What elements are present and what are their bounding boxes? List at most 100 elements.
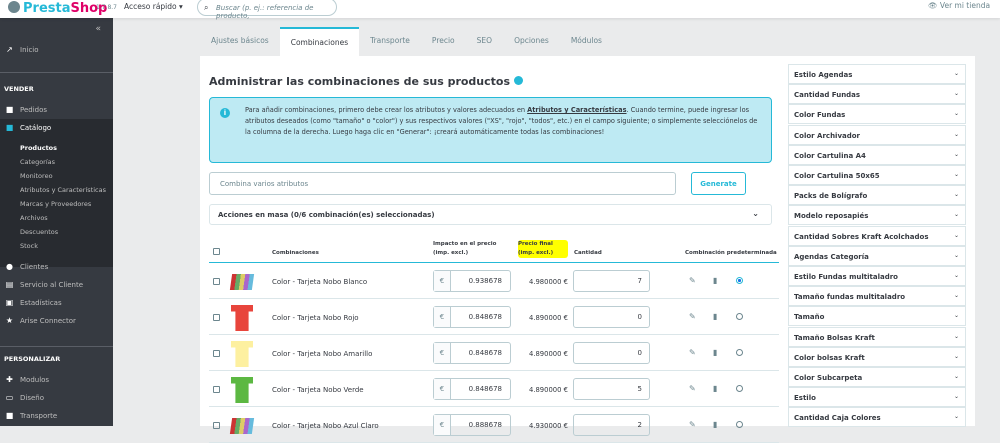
default-radio[interactable] bbox=[736, 421, 743, 428]
quantity-input[interactable]: 0 bbox=[573, 342, 650, 364]
trash-icon[interactable]: ▮ bbox=[713, 420, 717, 429]
row-checkbox[interactable] bbox=[213, 278, 220, 285]
sidebar-item-stats[interactable]: ▣ Estadísticas bbox=[5, 298, 62, 307]
attribute-group[interactable]: Color Fundas ⌄ bbox=[788, 104, 966, 125]
chevron-down-icon: ⌄ bbox=[953, 211, 959, 219]
attribute-group[interactable]: Tamaño ⌄ bbox=[788, 306, 966, 327]
logo-icon bbox=[8, 1, 20, 13]
quantity-input[interactable]: 7 bbox=[573, 270, 650, 292]
quick-access-menu[interactable]: Acceso rápido ▾ bbox=[124, 2, 183, 11]
attribute-group[interactable]: Agendas Categoría ⌄ bbox=[788, 245, 966, 266]
attribute-group[interactable]: Tamaño fundas multitaladro ⌄ bbox=[788, 286, 966, 307]
edit-icon[interactable]: ✎ bbox=[689, 420, 696, 429]
row-checkbox[interactable] bbox=[213, 314, 220, 321]
submenu-brands[interactable]: Marcas y Proveedores bbox=[20, 200, 91, 208]
chevron-down-icon: ⌄ bbox=[953, 70, 959, 77]
generate-button[interactable]: Generate bbox=[691, 172, 746, 195]
submenu-products[interactable]: Productos bbox=[20, 144, 57, 152]
trash-icon[interactable]: ▮ bbox=[713, 384, 717, 393]
impact-price-input[interactable]: €0.848678 bbox=[433, 306, 511, 328]
final-price: 4.890000 € bbox=[529, 314, 568, 322]
attribute-group[interactable]: Estilo ⌄ bbox=[788, 387, 966, 408]
edit-icon[interactable]: ✎ bbox=[689, 384, 696, 393]
sidebar-item-customers[interactable]: ● Clientes bbox=[5, 262, 48, 271]
page-title: Administrar las combinaciones de sus pro… bbox=[209, 75, 524, 88]
chevron-down-icon: ⌄ bbox=[953, 292, 959, 300]
tab-basic[interactable]: Ajustes básicos bbox=[200, 27, 280, 56]
final-price: 4.930000 € bbox=[529, 422, 568, 430]
attribute-group[interactable]: Color Cartulina A4 ⌄ bbox=[788, 144, 966, 165]
prestashop-logo[interactable]: PrestaShop bbox=[8, 1, 107, 16]
default-radio[interactable] bbox=[736, 385, 743, 392]
impact-price-input[interactable]: €0.848678 bbox=[433, 378, 511, 400]
default-radio[interactable] bbox=[736, 313, 743, 320]
quantity-input[interactable]: 2 bbox=[573, 414, 650, 436]
impact-price-input[interactable]: €0.938678 bbox=[433, 270, 511, 292]
chevron-down-icon: ⌄ bbox=[953, 393, 959, 401]
edit-icon[interactable]: ✎ bbox=[689, 276, 696, 285]
tab-modules[interactable]: Módulos bbox=[560, 27, 613, 56]
sidebar-item-orders[interactable]: ■ Pedidos bbox=[5, 105, 47, 114]
submenu-monitoring[interactable]: Monitoreo bbox=[20, 172, 53, 180]
attribute-group[interactable]: Color Subcarpeta ⌄ bbox=[788, 367, 966, 387]
tab-seo[interactable]: SEO bbox=[466, 27, 503, 56]
edit-icon[interactable]: ✎ bbox=[689, 348, 696, 357]
edit-icon[interactable]: ✎ bbox=[689, 312, 696, 321]
trash-icon[interactable]: ▮ bbox=[713, 312, 717, 321]
sidebar-item-design[interactable]: ▭ Diseño bbox=[5, 393, 44, 402]
impact-price-input[interactable]: €0.848678 bbox=[433, 342, 511, 364]
submenu-files[interactable]: Archivos bbox=[20, 214, 48, 222]
truck-icon: ■ bbox=[5, 411, 14, 420]
sidebar-item-catalog[interactable]: ■ Catálogo bbox=[5, 123, 51, 132]
submenu-categories[interactable]: Categorías bbox=[20, 158, 55, 166]
default-radio[interactable] bbox=[736, 349, 743, 356]
attribute-group[interactable]: Cantidad Caja Colores ⌄ bbox=[788, 407, 966, 428]
table-row: Color - Tarjeta Nobo Blanco €0.938678 4.… bbox=[209, 263, 779, 299]
sidebar-item-service[interactable]: ▤ Servicio al Cliente bbox=[5, 280, 83, 289]
impact-price-input[interactable]: €0.888678 bbox=[433, 414, 511, 436]
trash-icon[interactable]: ▮ bbox=[713, 276, 717, 285]
attribute-group[interactable]: Estilo Fundas multitaladro ⌄ bbox=[788, 266, 966, 286]
attribute-group[interactable]: Packs de Bolígrafo ⌄ bbox=[788, 185, 966, 206]
submenu-discounts[interactable]: Descuentos bbox=[20, 228, 58, 236]
tab-options[interactable]: Opciones bbox=[503, 27, 560, 56]
attribute-group[interactable]: Modelo reposapiés ⌄ bbox=[788, 205, 966, 226]
chevron-down-icon: ⌄ bbox=[953, 150, 959, 158]
bulk-actions[interactable]: Acciones en masa (0/6 combinación(es) se… bbox=[209, 204, 772, 225]
sidebar-item-modules[interactable]: ✚ Modulos bbox=[5, 375, 49, 384]
select-all-checkbox[interactable] bbox=[213, 248, 220, 255]
col-impact: Impacto en el precio (imp. excl.) bbox=[433, 241, 497, 256]
currency-addon: € bbox=[434, 343, 451, 363]
attribute-group[interactable]: Color Archivador ⌄ bbox=[788, 124, 966, 145]
collapse-sidebar-icon[interactable]: « bbox=[95, 24, 101, 34]
attribute-group[interactable]: Color Cartulina 50x65 ⌄ bbox=[788, 165, 966, 185]
view-store-link[interactable]: 👁 Ver mi tienda bbox=[928, 1, 990, 10]
attribute-group[interactable]: Estilo Agendas ⌄ bbox=[788, 64, 966, 84]
search-input[interactable]: ⌕ Buscar (p. ej.: referencia de producto, bbox=[197, 0, 337, 20]
default-radio[interactable] bbox=[736, 277, 743, 284]
attribute-group[interactable]: Tamaño Bolsas Kraft ⌄ bbox=[788, 326, 966, 347]
combine-attributes-input[interactable]: Combina varios atributos bbox=[209, 172, 676, 195]
sidebar-item-arise[interactable]: ★ Arise Connector bbox=[5, 316, 76, 325]
trash-icon[interactable]: ▮ bbox=[713, 348, 717, 357]
quantity-input[interactable]: 0 bbox=[573, 306, 650, 328]
quantity-input[interactable]: 5 bbox=[573, 378, 650, 400]
row-checkbox[interactable] bbox=[213, 350, 220, 357]
final-price: 4.890000 € bbox=[529, 386, 568, 394]
row-checkbox[interactable] bbox=[213, 386, 220, 393]
tab-combinations[interactable]: Combinaciones bbox=[279, 27, 360, 56]
submenu-stock[interactable]: Stock bbox=[20, 242, 38, 250]
attributes-link[interactable]: Atributos y Características bbox=[527, 106, 626, 114]
tab-price[interactable]: Precio bbox=[421, 27, 466, 56]
final-price: 4.980000 € bbox=[529, 278, 568, 286]
help-icon[interactable] bbox=[514, 76, 524, 85]
attribute-group[interactable]: Color bolsas Kraft ⌄ bbox=[788, 346, 966, 367]
sidebar-item-home[interactable]: ↗ Inicio bbox=[5, 45, 38, 54]
attribute-group[interactable]: Cantidad Fundas ⌄ bbox=[788, 84, 966, 105]
puzzle-icon: ✚ bbox=[6, 375, 13, 384]
tab-shipping[interactable]: Transporte bbox=[359, 27, 421, 56]
attribute-group[interactable]: Cantidad Sobres Kraft Acolchados ⌄ bbox=[788, 225, 966, 246]
submenu-attributes[interactable]: Atributos y Características bbox=[20, 186, 106, 194]
table-row: Color - Tarjeta Nobo Amarillo €0.848678 … bbox=[209, 335, 779, 371]
sidebar-item-shipping[interactable]: ■ Transporte bbox=[5, 411, 57, 420]
